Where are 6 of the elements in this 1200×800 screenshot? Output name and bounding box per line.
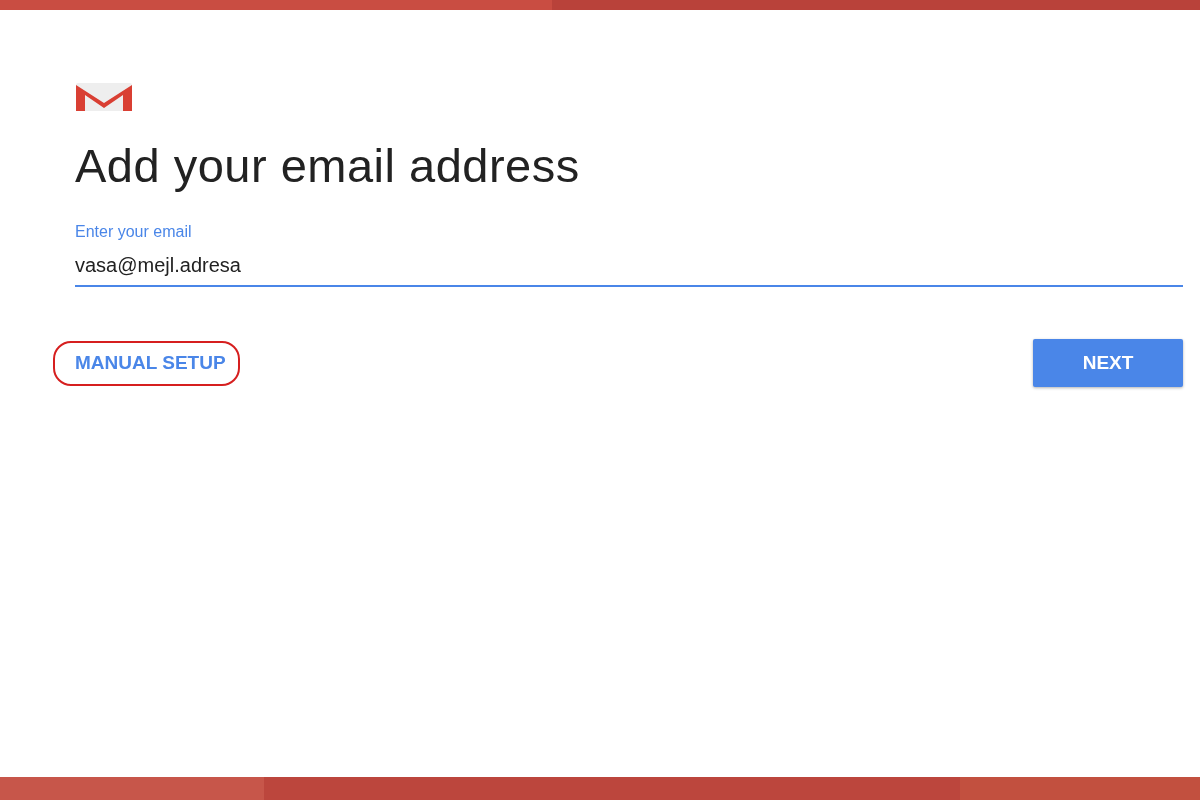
field-label: Enter your email [75, 222, 193, 243]
manual-setup-button[interactable]: MANUAL SETUP [53, 341, 240, 386]
page-title: Add your email address [75, 138, 581, 194]
email-field[interactable]: vasa@mejl.adresa [75, 250, 1183, 288]
next-button[interactable]: NEXT [1033, 339, 1183, 388]
envelope-logo-icon [75, 82, 133, 112]
